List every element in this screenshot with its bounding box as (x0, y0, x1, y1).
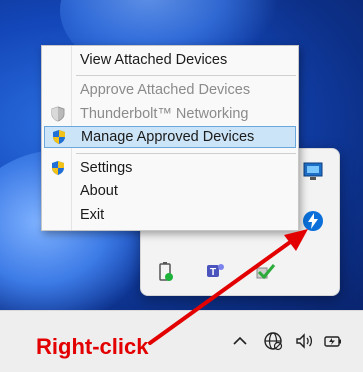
menu-item-about[interactable]: About (44, 180, 296, 202)
shield-uac-icon (53, 130, 65, 144)
battery-icon[interactable] (322, 330, 344, 352)
network-globe-icon[interactable] (262, 330, 284, 352)
svg-text:T: T (210, 267, 216, 278)
menu-item-manage-approved-devices[interactable]: Manage Approved Devices (44, 126, 296, 148)
menu-item-exit[interactable]: Exit (44, 204, 296, 226)
monitor-app-icon[interactable] (301, 159, 325, 183)
menu-item-label: Settings (80, 160, 133, 176)
menu-item-label: Manage Approved Devices (81, 129, 255, 145)
chevron-up-icon[interactable] (229, 330, 251, 352)
checkmark-app-icon[interactable] (253, 259, 277, 283)
volume-icon[interactable] (293, 330, 315, 352)
menu-item-settings[interactable]: Settings (44, 157, 296, 179)
menu-item-view-attached-devices[interactable]: View Attached Devices (44, 49, 296, 71)
shield-uac-icon (52, 161, 64, 175)
shield-gray-icon (51, 106, 65, 122)
menu-item-approve-attached-devices[interactable]: Approve Attached Devices (44, 79, 296, 101)
menu-item-thunderbolt-networking[interactable]: Thunderbolt™ Networking (44, 103, 296, 125)
thunderbolt-context-menu: View Attached Devices Approve Attached D… (41, 45, 299, 231)
menu-item-label: Thunderbolt™ Networking (80, 106, 249, 122)
menu-item-label: Exit (80, 207, 105, 223)
thunderbolt-icon[interactable] (301, 209, 325, 233)
annotation-label: Right-click (36, 334, 149, 359)
menu-item-label: Approve Attached Devices (80, 82, 251, 98)
menu-separator (76, 153, 296, 154)
menu-item-label: View Attached Devices (80, 52, 228, 68)
teams-icon[interactable]: T (203, 259, 227, 283)
battery-status-icon[interactable] (153, 259, 177, 283)
menu-item-label: About (80, 183, 118, 199)
menu-separator (76, 75, 296, 76)
